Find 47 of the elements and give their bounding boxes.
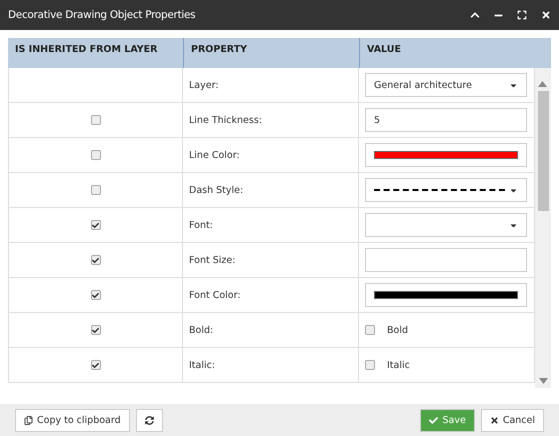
property-label: Dash Style: bbox=[189, 184, 244, 196]
input-field[interactable] bbox=[365, 248, 527, 272]
window-title: Decorative Drawing Object Properties bbox=[8, 9, 196, 21]
property-label: Line Color: bbox=[189, 150, 240, 160]
property-label: Font: bbox=[189, 220, 213, 230]
check-icon bbox=[429, 416, 438, 424]
refresh-icon bbox=[144, 416, 154, 424]
dash-style-dropdown[interactable] bbox=[365, 178, 527, 202]
close-icon[interactable] bbox=[541, 10, 551, 20]
property-label: Italic: bbox=[189, 360, 216, 370]
refresh-button[interactable] bbox=[136, 408, 163, 432]
property-label: Font Color: bbox=[189, 290, 241, 300]
checkbox[interactable] bbox=[90, 115, 100, 125]
scrollbar-thumb[interactable] bbox=[538, 91, 548, 211]
checkbox[interactable] bbox=[90, 150, 100, 160]
checkbox[interactable] bbox=[90, 220, 100, 230]
property-label: Layer: bbox=[189, 80, 219, 90]
property-label: Font Size: bbox=[189, 254, 236, 266]
checkbox[interactable] bbox=[90, 185, 100, 195]
scroll-down-icon[interactable] bbox=[538, 378, 548, 384]
column-header: VALUE bbox=[359, 38, 535, 68]
dropdown-field[interactable]: General architecture bbox=[365, 73, 527, 97]
maximize-icon[interactable] bbox=[517, 10, 527, 20]
checkbox[interactable] bbox=[90, 290, 100, 300]
checkbox[interactable] bbox=[365, 360, 375, 370]
column-header: PROPERTY bbox=[183, 38, 359, 68]
dashed-line-icon bbox=[374, 189, 505, 191]
checkbox[interactable] bbox=[365, 325, 375, 335]
scroll-up-icon[interactable] bbox=[538, 81, 546, 87]
color-picker-field[interactable] bbox=[365, 143, 527, 167]
color-picker-field[interactable] bbox=[365, 283, 527, 307]
scrollbar[interactable] bbox=[535, 68, 551, 388]
checkbox-label: Bold bbox=[387, 324, 408, 336]
input-field[interactable]: 5 bbox=[365, 108, 527, 132]
copy-button[interactable]: Copy to clipboard bbox=[15, 408, 130, 432]
checkbox[interactable] bbox=[90, 325, 100, 335]
checkbox[interactable] bbox=[90, 255, 100, 265]
column-header: IS INHERITED FROM LAYER bbox=[14, 43, 158, 57]
property-label: Line Thickness: bbox=[189, 114, 262, 126]
close-icon bbox=[490, 416, 499, 424]
cancel-button[interactable]: Cancel bbox=[480, 408, 544, 432]
property-label: Bold: bbox=[189, 324, 214, 336]
copy-icon bbox=[24, 416, 33, 424]
checkbox-label: Italic bbox=[387, 360, 410, 370]
checkbox[interactable] bbox=[90, 360, 100, 370]
dropdown-field[interactable] bbox=[365, 213, 527, 237]
collapse-icon[interactable] bbox=[470, 10, 480, 20]
